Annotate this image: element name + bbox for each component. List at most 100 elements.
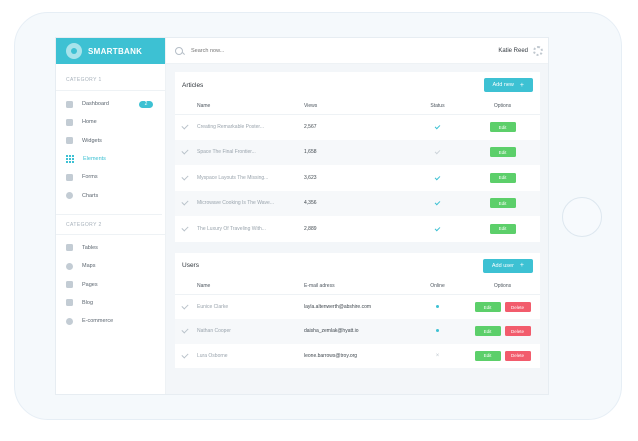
sidebar-item-label: Forms <box>82 174 98 181</box>
status-cell <box>410 216 465 242</box>
edit-button[interactable]: Edit <box>474 302 501 312</box>
user-email: daisha_zemlak@hyatt.io <box>304 319 410 344</box>
sidebar-item-maps[interactable]: Maps <box>56 257 165 275</box>
delete-button[interactable]: Delete <box>504 326 531 337</box>
user-name: Nathan Cooper <box>197 319 304 344</box>
row-select-cell[interactable] <box>175 295 197 320</box>
edit-button[interactable]: Edit <box>489 122 516 132</box>
row-select-cell[interactable] <box>175 165 197 191</box>
gear-icon[interactable] <box>533 46 543 56</box>
table-row[interactable]: Nathan Cooper daisha_zemlak@hyatt.io Edit D… <box>175 319 540 344</box>
edit-button[interactable]: Edit <box>489 172 516 183</box>
row-select-cell[interactable] <box>175 190 197 216</box>
sidebar-item-label: Elements <box>83 156 106 163</box>
home-button[interactable] <box>562 197 602 237</box>
row-check-icon[interactable] <box>181 122 189 130</box>
article-name: Microwave Cooking Is The Wave... <box>197 190 304 216</box>
online-cell <box>410 319 465 344</box>
sidebar-item-label: Dashboard <box>82 101 109 108</box>
options-cell: Edit <box>465 114 540 140</box>
sidebar-item-ecommerce[interactable]: E-commerce <box>56 312 165 330</box>
sidebar-item-label: Home <box>82 119 97 126</box>
row-check-icon[interactable] <box>181 326 189 334</box>
sidebar-item-label: Tables <box>82 244 98 251</box>
table-row[interactable]: The Luxury Of Traveling With... 2,889 Edit <box>175 216 540 242</box>
pages-icon <box>66 281 73 289</box>
table-row[interactable]: Microwave Cooking Is The Wave... 4,356 Edi… <box>175 190 540 216</box>
search-icon[interactable] <box>175 46 183 55</box>
plus-icon: + <box>519 81 524 89</box>
article-views: 3,623 <box>304 174 317 181</box>
sidebar-item-home[interactable]: Home <box>56 113 165 131</box>
sidebar-item-label: E-commerce <box>82 318 114 325</box>
edit-button[interactable]: Edit <box>489 223 516 234</box>
row-select-cell[interactable] <box>175 114 197 140</box>
edit-button[interactable]: Edit <box>489 198 516 209</box>
sidebar-item-charts[interactable]: Charts <box>56 186 165 204</box>
column-header-name: Name <box>197 98 304 115</box>
row-check-icon[interactable] <box>181 147 189 155</box>
add-user-button[interactable]: Add user + <box>482 258 533 273</box>
edit-button[interactable]: Edit <box>489 147 516 158</box>
row-check-icon[interactable] <box>181 224 189 232</box>
column-header-name: Name <box>197 278 304 295</box>
sidebar-item-pages[interactable]: Pages <box>56 275 165 293</box>
row-check-icon[interactable] <box>181 302 189 310</box>
sidebar-item-elements[interactable]: Elements <box>56 150 165 168</box>
row-select-cell[interactable] <box>175 216 197 242</box>
article-name: Space The Final Frontier... <box>197 139 304 165</box>
edit-button[interactable]: Edit <box>474 350 501 361</box>
select-column-header <box>175 98 197 115</box>
online-cell <box>410 295 465 320</box>
brand-header[interactable]: SMARTBANK <box>56 38 165 64</box>
sidebar-item-label: Pages <box>82 281 98 288</box>
table-row[interactable]: Eunice Clarke layla.altenwerth@abshire.co… <box>175 295 540 320</box>
row-check-icon[interactable] <box>181 351 189 359</box>
status-cell <box>410 114 465 140</box>
table-row[interactable]: Space The Final Frontier... 1,658 Edit <box>175 139 540 165</box>
row-check-icon[interactable] <box>181 173 189 181</box>
articles-card: Articles Add new + Name Views Status Opt… <box>175 72 540 242</box>
select-column-header <box>175 278 197 295</box>
table-row[interactable]: Myspace Layouts The Missing... 3,623 Edit <box>175 165 540 191</box>
row-select-cell[interactable] <box>175 344 197 369</box>
online-dot-icon <box>436 305 439 308</box>
category-1-label: CATEGORY 1 <box>66 77 102 83</box>
sidebar-item-tables[interactable]: Tables <box>56 239 165 257</box>
article-views: 4,356 <box>304 190 410 216</box>
delete-button[interactable]: Delete <box>504 350 531 361</box>
sidebar-item-blog[interactable]: Blog <box>56 294 165 312</box>
add-article-button[interactable]: Add new + <box>483 78 533 92</box>
app-screen: SMARTBANK CATEGORY 1 Dashboard 2 Home Wi… <box>55 37 549 395</box>
sidebar-item-label: Maps <box>82 263 96 270</box>
table-row[interactable]: Lura Osborne leone.barrows@troy.org × Edit D… <box>175 344 540 369</box>
pie-chart-icon <box>66 192 73 200</box>
row-select-cell[interactable] <box>175 139 197 165</box>
edit-button[interactable]: Edit <box>474 326 501 337</box>
row-select-cell[interactable] <box>175 319 197 344</box>
column-header-views: Views <box>304 98 410 115</box>
delete-button[interactable]: Delete <box>504 302 531 312</box>
brand-name: SMARTBANK <box>88 46 143 56</box>
dashboard-icon <box>66 100 73 108</box>
user-name[interactable]: Katie Reed <box>498 48 528 54</box>
sidebar-item-label: Widgets <box>82 137 102 144</box>
sidebar-item-label: Blog <box>82 299 94 306</box>
main-content: Articles Add new + Name Views Status Opt… <box>166 64 548 394</box>
sidebar-item-widgets[interactable]: Widgets <box>56 132 165 150</box>
options-cell: Edit <box>465 139 540 165</box>
users-table: Name E-mail adress Online Options Eunice… <box>175 278 540 369</box>
offline-x-icon: × <box>435 352 440 359</box>
sidebar-item-dashboard[interactable]: Dashboard 2 <box>56 95 165 113</box>
add-user-label: Add user <box>491 262 514 269</box>
options-cell: Edit Delete <box>465 319 540 344</box>
status-check-icon <box>434 225 441 232</box>
row-check-icon[interactable] <box>181 198 189 206</box>
column-header-online: Online <box>410 278 465 295</box>
status-cell <box>410 190 465 216</box>
status-cell <box>410 165 465 191</box>
search-input[interactable] <box>191 47 311 54</box>
sidebar-item-forms[interactable]: Forms <box>56 168 165 186</box>
options-cell: Edit <box>465 165 540 191</box>
table-row[interactable]: Creating Remarkable Poster... 2,567 Edit <box>175 114 540 140</box>
